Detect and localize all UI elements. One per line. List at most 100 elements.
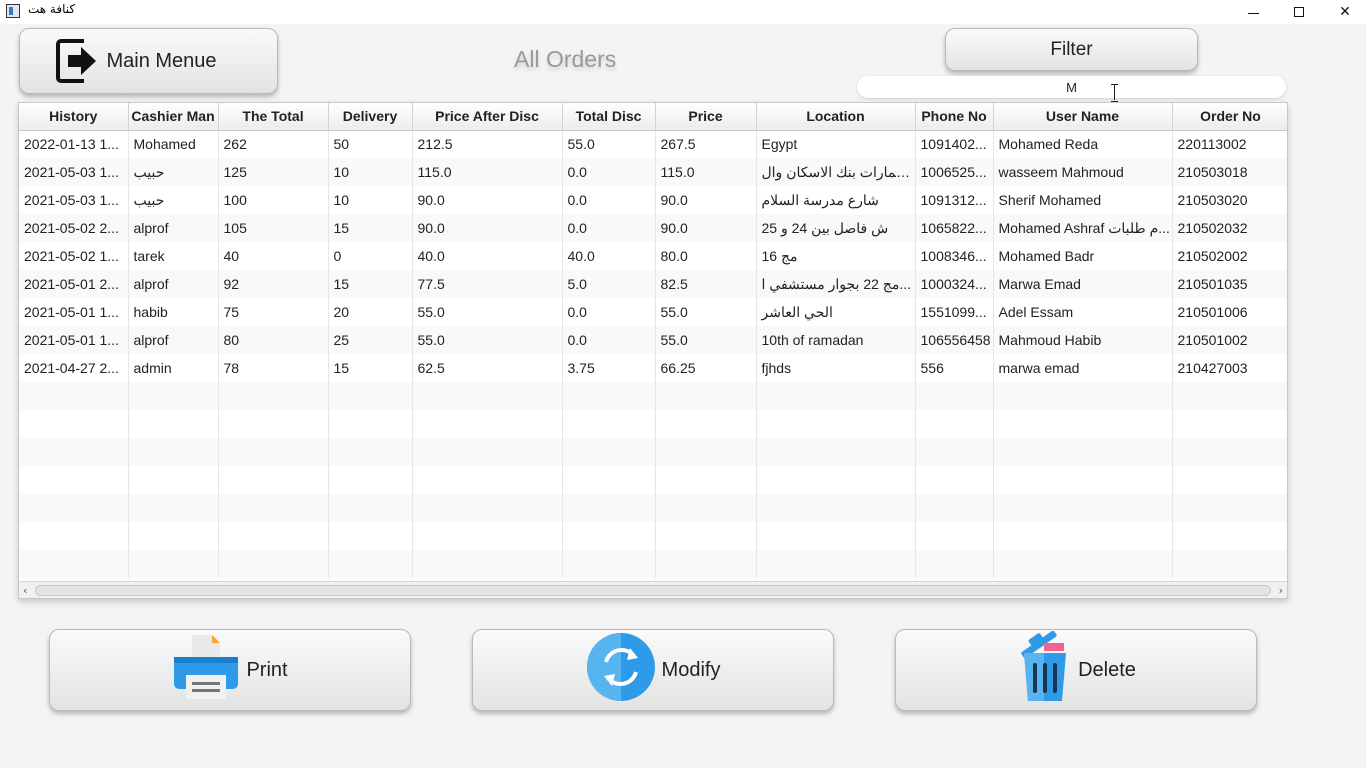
table-cell: 15 [328, 214, 413, 242]
empty-cell [128, 410, 219, 438]
table-row[interactable]: 2021-05-03 1... حبيب 125 10 115.0 0.0 115.0 عما… [19, 158, 1287, 186]
empty-cell [915, 438, 994, 466]
empty-cell [756, 522, 916, 550]
table-cell: Sherif Mohamed [993, 186, 1173, 214]
scroll-right-icon[interactable]: › [1279, 584, 1283, 597]
empty-cell [655, 382, 757, 410]
table-cell: 2021-05-02 2... [19, 214, 129, 242]
empty-table-row [19, 522, 1287, 550]
empty-cell [655, 522, 757, 550]
exit-icon [56, 35, 98, 87]
column-header[interactable]: Price After Disc [412, 103, 563, 131]
table-cell: 556 [915, 354, 994, 382]
filter-button[interactable]: Filter [945, 28, 1198, 71]
maximize-button[interactable] [1276, 0, 1322, 24]
empty-cell [562, 466, 656, 494]
column-header[interactable]: Location [756, 103, 916, 131]
table-cell: 10th of ramadan [756, 326, 916, 354]
column-header[interactable]: Order No [1172, 103, 1287, 131]
empty-cell [1172, 466, 1287, 494]
refresh-icon [586, 632, 656, 708]
column-header[interactable]: The Total [218, 103, 329, 131]
table-cell: wasseem Mahmoud [993, 158, 1173, 186]
empty-cell [218, 522, 329, 550]
empty-cell [562, 522, 656, 550]
empty-cell [328, 522, 413, 550]
filter-label: Filter [1050, 38, 1093, 60]
table-cell: 106556458 [915, 326, 994, 354]
empty-cell [128, 466, 219, 494]
empty-cell [328, 550, 413, 578]
table-cell: 210427003 [1172, 354, 1287, 382]
empty-cell [328, 382, 413, 410]
table-cell: 55.0 [562, 130, 656, 158]
column-header[interactable]: Total Disc [562, 103, 656, 131]
empty-table-row [19, 382, 1287, 410]
table-cell: 92 [218, 270, 329, 298]
empty-cell [1172, 494, 1287, 522]
table-cell: 2021-05-02 1... [19, 242, 129, 270]
table-cell: 80.0 [655, 242, 757, 270]
column-header[interactable]: Cashier Man [128, 103, 219, 131]
table-cell: 1008346... [915, 242, 994, 270]
print-button[interactable]: Print [49, 629, 411, 711]
printer-icon [172, 633, 240, 707]
minimize-button[interactable] [1230, 0, 1276, 24]
empty-cell [412, 410, 563, 438]
scroll-left-icon[interactable]: ‹ [23, 584, 27, 597]
empty-cell [915, 410, 994, 438]
table-cell: شارع مدرسة السلام [756, 186, 916, 214]
empty-cell [915, 382, 994, 410]
empty-cell [19, 494, 129, 522]
table-cell: 10 [328, 186, 413, 214]
table-cell: 267.5 [655, 130, 757, 158]
table-cell: 75 [218, 298, 329, 326]
horizontal-scrollbar[interactable]: ‹ › [19, 581, 1287, 598]
empty-cell [1172, 522, 1287, 550]
scrollbar-thumb[interactable] [35, 585, 1271, 596]
table-row[interactable]: 2021-05-01 2... alprof 92 15 77.5 5.0 82.5 مج 2… [19, 270, 1287, 298]
empty-cell [328, 438, 413, 466]
column-header[interactable]: Delivery [328, 103, 413, 131]
table-cell: ش فاصل بين 24 و 25 [756, 214, 916, 242]
empty-cell [993, 410, 1173, 438]
table-cell: 262 [218, 130, 329, 158]
table-cell: 90.0 [412, 214, 563, 242]
column-header[interactable]: Price [655, 103, 757, 131]
column-header[interactable]: Phone No [915, 103, 994, 131]
delete-button[interactable]: Delete [895, 629, 1257, 711]
table-row[interactable]: 2021-05-02 1... tarek 40 0 40.0 40.0 80.0 مج 16… [19, 242, 1287, 270]
table-row[interactable]: 2021-04-27 2... admin 78 15 62.5 3.75 66.25 fjh… [19, 354, 1287, 382]
table-cell: 40.0 [412, 242, 563, 270]
table-cell: 0.0 [562, 298, 656, 326]
empty-cell [756, 382, 916, 410]
orders-table[interactable]: History Cashier Man The Total Delivery P… [18, 102, 1288, 599]
modify-button[interactable]: Modify [472, 629, 834, 711]
empty-table-row [19, 466, 1287, 494]
empty-table-row [19, 550, 1287, 578]
empty-cell [756, 438, 916, 466]
table-row[interactable]: 2021-05-01 1... alprof 80 25 55.0 0.0 55.0 10th… [19, 326, 1287, 354]
empty-cell [655, 466, 757, 494]
table-cell: 80 [218, 326, 329, 354]
table-cell: 20 [328, 298, 413, 326]
empty-cell [19, 550, 129, 578]
table-cell: 1091312... [915, 186, 994, 214]
table-cell: 2021-05-03 1... [19, 186, 129, 214]
table-row[interactable]: 2021-05-01 1... habib 75 20 55.0 0.0 55.0 الحي … [19, 298, 1287, 326]
close-button[interactable]: ✕ [1322, 0, 1366, 24]
empty-cell [1172, 410, 1287, 438]
filter-input[interactable] [857, 76, 1286, 98]
empty-cell [412, 522, 563, 550]
table-cell: 55.0 [655, 326, 757, 354]
table-row[interactable]: 2021-05-03 1... حبيب 100 10 90.0 0.0 90.0 شارع … [19, 186, 1287, 214]
empty-cell [128, 382, 219, 410]
column-header[interactable]: History [19, 103, 129, 131]
table-row[interactable]: 2022-01-13 1... Mohamed 262 50 212.5 55.0 267.… [19, 130, 1287, 158]
table-cell: 55.0 [412, 326, 563, 354]
main-menu-button[interactable]: Main Menue [19, 28, 278, 94]
empty-cell [19, 410, 129, 438]
table-row[interactable]: 2021-05-02 2... alprof 105 15 90.0 0.0 90.0 ش ف… [19, 214, 1287, 242]
column-header[interactable]: User Name [993, 103, 1173, 131]
table-cell: 210503018 [1172, 158, 1287, 186]
